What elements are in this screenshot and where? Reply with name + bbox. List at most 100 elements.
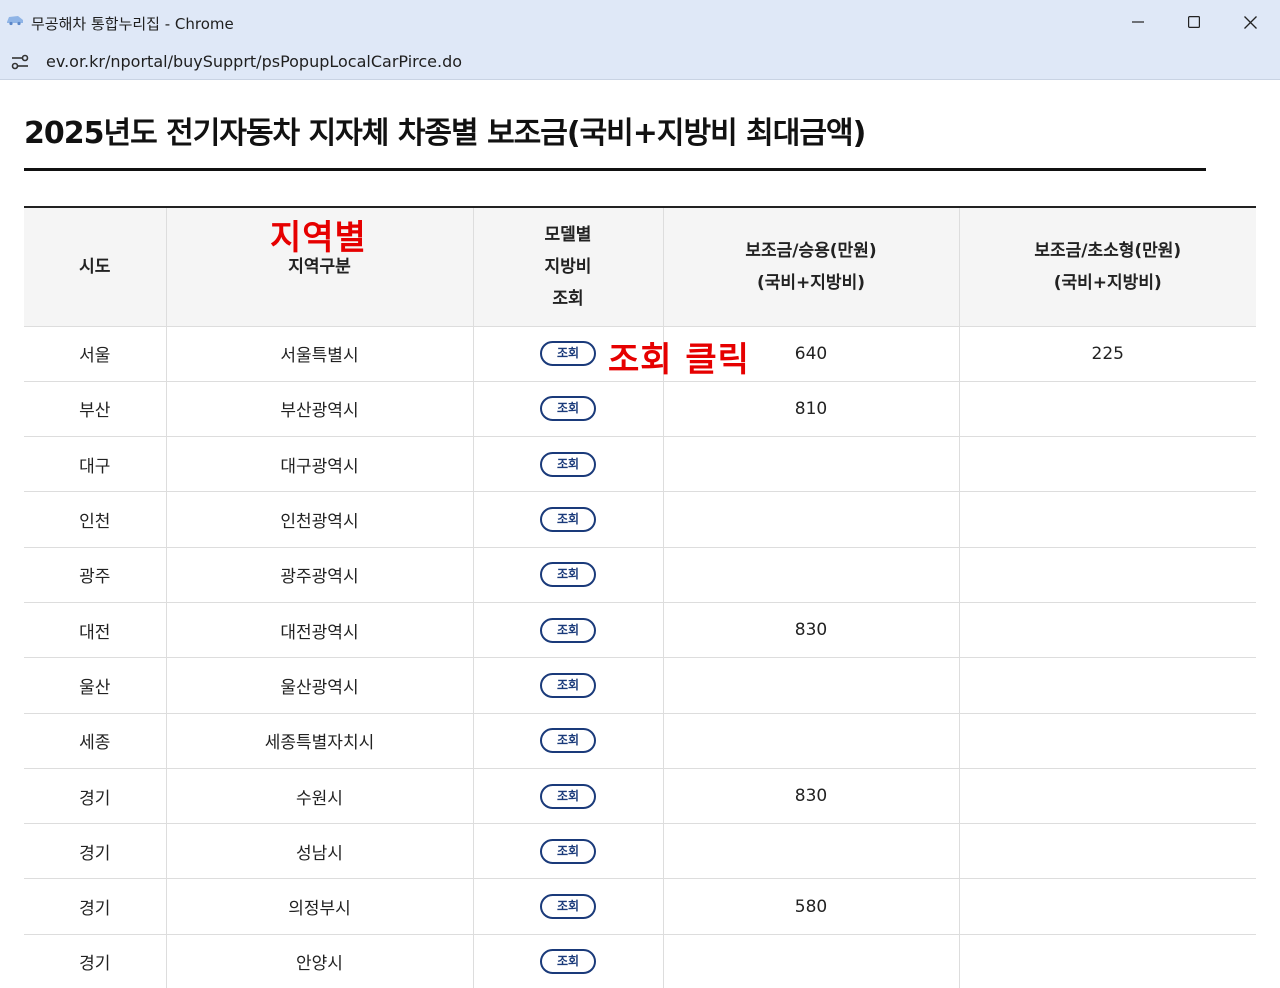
cell-sido: 경기 xyxy=(24,823,166,880)
cell-sido: 인천 xyxy=(24,491,166,548)
cell-region: 대전광역시 xyxy=(165,602,473,659)
cell-region: 부산광역시 xyxy=(165,381,473,438)
cell-lookup: 조회 xyxy=(472,547,663,603)
cell-passenger-subsidy xyxy=(662,823,959,880)
cell-region: 인천광역시 xyxy=(165,491,473,548)
cell-small-subsidy xyxy=(958,436,1256,493)
cell-small-subsidy xyxy=(958,602,1256,659)
cell-region: 광주광역시 xyxy=(165,547,473,603)
cell-small-subsidy xyxy=(958,878,1256,935)
cell-passenger-subsidy xyxy=(662,713,959,769)
cell-region: 수원시 xyxy=(165,768,473,825)
header-sido: 시도 xyxy=(24,208,166,327)
lookup-button[interactable]: 조회 xyxy=(540,562,596,588)
cell-sido: 광주 xyxy=(24,547,166,603)
close-button[interactable] xyxy=(1228,6,1272,38)
cell-passenger-subsidy xyxy=(662,657,959,714)
lookup-button[interactable]: 조회 xyxy=(540,672,596,698)
cell-region: 대구광역시 xyxy=(165,436,473,493)
lookup-button[interactable]: 조회 xyxy=(540,728,596,754)
lookup-button[interactable]: 조회 xyxy=(540,617,596,643)
title-divider xyxy=(24,168,1206,171)
cell-small-subsidy xyxy=(958,934,1256,988)
subsidy-table: 시도 지역구분 모델별 지방비 조회 보조금/승용(만원) (국비+지방비) 보… xyxy=(24,208,1256,988)
table-row: 울산 울산광역시 조회 xyxy=(24,657,1256,714)
cell-lookup: 조회 xyxy=(472,436,663,493)
url-text[interactable]: ev.or.kr/nportal/buySupprt/psPopupLocalC… xyxy=(46,52,462,71)
cell-lookup: 조회 xyxy=(472,713,663,769)
cell-small-subsidy xyxy=(958,713,1256,769)
cell-small-subsidy xyxy=(958,657,1256,714)
cell-small-subsidy xyxy=(958,823,1256,880)
cell-passenger-subsidy: 830 xyxy=(662,768,959,825)
close-icon xyxy=(1243,15,1257,29)
lookup-button[interactable]: 조회 xyxy=(540,507,596,533)
annotation-click: 조회 클릭 xyxy=(608,340,750,380)
cell-passenger-subsidy xyxy=(662,491,959,548)
annotation-region: 지역별 xyxy=(270,218,367,258)
site-info-icon[interactable] xyxy=(10,53,30,71)
cell-lookup: 조회 xyxy=(472,381,663,438)
cell-passenger-subsidy: 830 xyxy=(662,602,959,659)
cell-sido: 서울 xyxy=(24,326,166,382)
maximize-button[interactable] xyxy=(1172,6,1216,38)
cell-small-subsidy xyxy=(958,547,1256,603)
cell-lookup: 조회 xyxy=(472,878,663,935)
address-bar: ev.or.kr/nportal/buySupprt/psPopupLocalC… xyxy=(0,44,1280,80)
cell-sido: 경기 xyxy=(24,878,166,935)
header-model-lookup: 모델별 지방비 조회 xyxy=(472,208,663,327)
lookup-button[interactable]: 조회 xyxy=(540,783,596,809)
cell-passenger-subsidy: 810 xyxy=(662,381,959,438)
cell-region: 성남시 xyxy=(165,823,473,880)
table-row: 광주 광주광역시 조회 xyxy=(24,547,1256,603)
cell-region: 안양시 xyxy=(165,934,473,988)
table-row: 경기 성남시 조회 xyxy=(24,823,1256,880)
cell-passenger-subsidy xyxy=(662,436,959,493)
cell-lookup: 조회 xyxy=(472,823,663,880)
cell-region: 세종특별자치시 xyxy=(165,713,473,769)
cell-region: 울산광역시 xyxy=(165,657,473,714)
cell-passenger-subsidy xyxy=(662,934,959,988)
cell-region: 의정부시 xyxy=(165,878,473,935)
lookup-button[interactable]: 조회 xyxy=(540,894,596,920)
table-row: 부산 부산광역시 조회 810 xyxy=(24,381,1256,438)
cell-region: 서울특별시 xyxy=(165,326,473,382)
cell-sido: 대전 xyxy=(24,602,166,659)
table-row: 세종 세종특별자치시 조회 xyxy=(24,713,1256,769)
table-row: 경기 안양시 조회 xyxy=(24,934,1256,988)
lookup-button[interactable]: 조회 xyxy=(540,451,596,477)
minimize-button[interactable] xyxy=(1116,6,1160,38)
lookup-button[interactable]: 조회 xyxy=(540,396,596,422)
cell-lookup: 조회 xyxy=(472,934,663,988)
lookup-button[interactable]: 조회 xyxy=(540,341,596,367)
cell-passenger-subsidy xyxy=(662,547,959,603)
cell-sido: 경기 xyxy=(24,934,166,988)
subsidy-table-container: 시도 지역구분 모델별 지방비 조회 보조금/승용(만원) (국비+지방비) 보… xyxy=(24,206,1256,988)
cell-sido: 울산 xyxy=(24,657,166,714)
header-passenger-subsidy: 보조금/승용(만원) (국비+지방비) xyxy=(662,208,959,327)
table-row: 경기 수원시 조회 830 xyxy=(24,768,1256,825)
cell-lookup: 조회 xyxy=(472,491,663,548)
cell-small-subsidy: 225 xyxy=(958,326,1256,382)
cell-sido: 대구 xyxy=(24,436,166,493)
cell-lookup: 조회 xyxy=(472,768,663,825)
table-row: 경기 의정부시 조회 580 xyxy=(24,878,1256,935)
table-row: 대전 대전광역시 조회 830 xyxy=(24,602,1256,659)
cell-small-subsidy xyxy=(958,768,1256,825)
page-title: 2025년도 전기자동차 지자체 차종별 보조금(국비+지방비 최대금액) xyxy=(24,116,866,151)
cell-small-subsidy xyxy=(958,491,1256,548)
header-small-subsidy: 보조금/초소형(만원) (국비+지방비) xyxy=(958,208,1256,327)
cell-lookup: 조회 xyxy=(472,657,663,714)
cell-lookup: 조회 xyxy=(472,602,663,659)
minimize-icon xyxy=(1132,21,1144,23)
lookup-button[interactable]: 조회 xyxy=(540,838,596,864)
lookup-button[interactable]: 조회 xyxy=(540,949,596,975)
app-car-icon xyxy=(7,16,23,26)
cell-small-subsidy xyxy=(958,381,1256,438)
table-row: 인천 인천광역시 조회 xyxy=(24,491,1256,548)
table-row: 대구 대구광역시 조회 xyxy=(24,436,1256,493)
cell-sido: 세종 xyxy=(24,713,166,769)
cell-sido: 부산 xyxy=(24,381,166,438)
window-titlebar: 무공해차 통합누리집 - Chrome xyxy=(0,0,1280,44)
cell-passenger-subsidy: 580 xyxy=(662,878,959,935)
